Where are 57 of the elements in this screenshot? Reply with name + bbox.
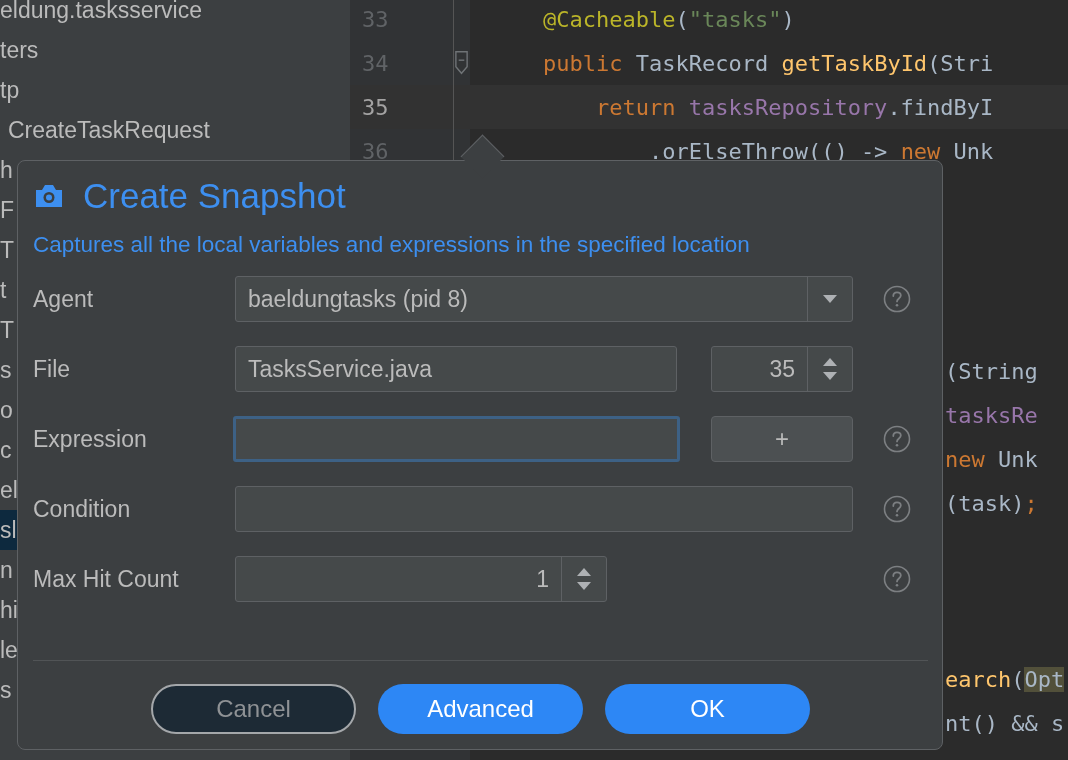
code-token: ;: [1024, 490, 1038, 516]
expression-field[interactable]: [233, 416, 681, 462]
code-token: tasksRe: [945, 402, 1038, 428]
help-icon[interactable]: [883, 565, 911, 593]
code-token: (task): [945, 490, 1025, 516]
code-token: ): [781, 6, 795, 32]
code-token: "tasks": [688, 6, 782, 32]
code-token: public: [543, 50, 624, 76]
dialog-button[interactable]: OK: [605, 684, 810, 734]
tree-item[interactable]: CreateTaskRequest: [0, 110, 350, 150]
add-button[interactable]: +: [711, 416, 853, 462]
field-label: Condition: [33, 495, 132, 523]
field-label: File: [33, 355, 72, 383]
code-token: @Cacheable: [543, 6, 676, 32]
code-token: (: [675, 6, 689, 32]
code-token: nt() && s: [945, 710, 1065, 736]
line-spinner[interactable]: 35: [711, 346, 853, 392]
field-label: Expression: [33, 425, 148, 453]
fold-marker-icon[interactable]: [454, 49, 469, 77]
dialog-title: Create Snapshot: [83, 176, 346, 216]
caret-icon[interactable]: [823, 295, 837, 303]
condition-field[interactable]: [235, 486, 853, 532]
tree-item[interactable]: tp: [0, 70, 350, 110]
code-token: TaskRecord: [635, 50, 770, 76]
spinner-value: 35: [768, 355, 796, 383]
code-token: getTaskById: [781, 50, 928, 76]
dropdown-value: baeldungtasks (pid 8): [247, 285, 469, 313]
code-token: Opt: [1024, 666, 1065, 692]
code-token: (: [1011, 666, 1025, 692]
dialog-subtitle: Captures all the local variables and expressions in the specified location: [33, 231, 751, 259]
code-token: .findByI: [887, 94, 994, 120]
tree-item[interactable]: ters: [0, 30, 350, 70]
camera-icon: [33, 182, 65, 210]
field-value: TasksService.java: [247, 355, 434, 383]
code-token: (String: [945, 358, 1038, 384]
code-token: new: [945, 446, 986, 472]
dialog-button[interactable]: Cancel: [151, 684, 356, 734]
help-icon[interactable]: [883, 495, 911, 523]
code-token: Unk: [998, 446, 1038, 472]
line-number: 35: [361, 94, 390, 120]
code-token: earch: [945, 666, 1012, 692]
code-token: (Stri: [927, 50, 994, 76]
field-label: Max Hit Count: [33, 565, 180, 593]
code-token: .orElseThrow(() ->: [648, 138, 889, 164]
hit-count-spinner[interactable]: 1: [235, 556, 607, 602]
code-token: new: [900, 138, 942, 164]
spinner-value: 1: [535, 565, 550, 593]
help-icon[interactable]: [883, 285, 911, 313]
code-token: tasksRepository: [688, 94, 888, 120]
code-token: return: [595, 94, 677, 120]
agent-dropdown[interactable]: baeldungtasks (pid 8): [235, 276, 853, 322]
field-label: Agent: [33, 285, 95, 313]
dialog-button[interactable]: Advanced: [378, 684, 583, 734]
file-field[interactable]: TasksService.java: [235, 346, 677, 392]
code-token: Unk: [953, 138, 994, 164]
tree-item[interactable]: eldung.tasksservice: [0, 0, 350, 30]
help-icon[interactable]: [883, 425, 911, 453]
